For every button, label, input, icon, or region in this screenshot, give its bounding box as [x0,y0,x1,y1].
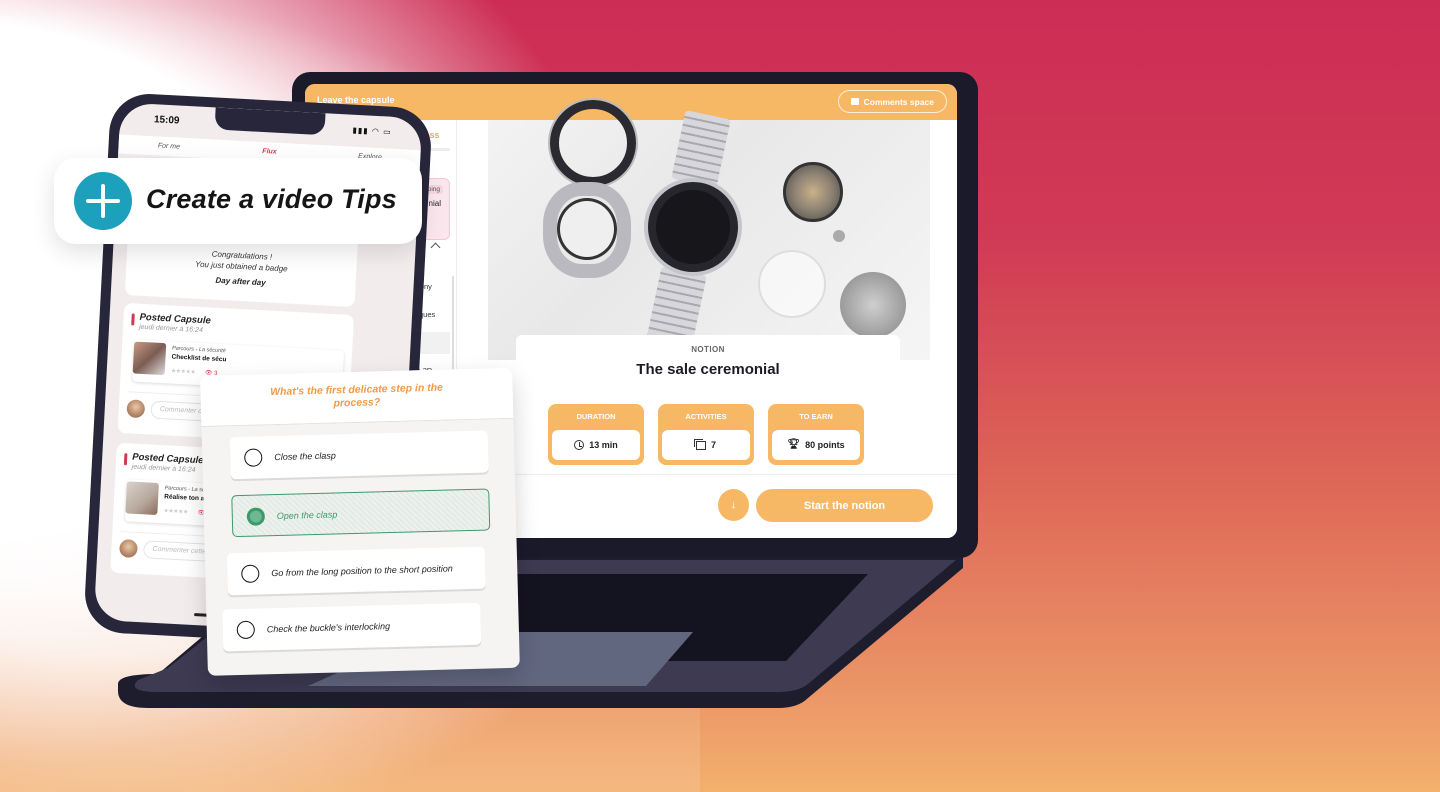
quiz-option-label: Go from the long position to the short p… [271,563,453,579]
quiz-option-label: Open the clasp [276,509,338,522]
post-marker [123,453,128,466]
radio-icon [241,564,260,583]
watch-movement-image [783,162,843,222]
plus-icon [74,172,132,230]
notion-title: The sale ceremonial [636,361,780,378]
create-video-tips-button[interactable]: Create a video Tips [54,158,422,244]
quiz-option-label: Close the clasp [274,450,336,463]
stat-label: DURATION [576,412,616,421]
watch-bezel-image [550,100,636,186]
status-time: 15:09 [153,114,180,127]
star-rating-icon: ★★★★★ [170,368,196,376]
watch-case-inner-image [557,198,617,260]
radio-icon [236,620,256,640]
radio-checked-icon [246,507,266,526]
post-capsule-name: Checklist de sécu [171,353,227,364]
notion-header-card: NOTION The sale ceremonial [516,335,900,393]
stat-value: 13 min [589,440,618,450]
quiz-option[interactable]: Check the buckle's interlocking [222,602,482,652]
trophy-icon: 🏆︎ [787,439,801,450]
watch-dial-image [648,182,738,272]
watch-crown-image [833,230,845,242]
star-rating-icon: ★★★★★ [163,508,189,516]
stat-to-earn: TO EARN 🏆︎ 80 points [768,404,864,465]
stat-value: 7 [710,440,716,450]
tab-for-me[interactable]: For me [118,134,220,158]
stat-duration: DURATION 13 min [548,404,644,465]
quiz-header: What's the first delicate step in the pr… [200,367,514,427]
create-video-tips-label: Create a video Tips [146,184,397,214]
post-thumbnail [125,481,159,515]
watch-caseback-image [840,272,906,338]
radio-icon [244,448,263,467]
stat-activities: ACTIVITIES 7 [658,404,754,465]
notion-label: NOTION [691,345,725,354]
quiz-option-label: Check the buckle's interlocking [266,621,391,635]
stat-value: 80 points [805,440,845,450]
chevron-up-icon[interactable] [430,242,441,253]
post-marker [131,313,135,326]
phone-notch [214,107,326,136]
clock-icon [574,440,585,450]
comments-space-button[interactable]: Comments space [837,90,947,113]
quiz-card: What's the first delicate step in the pr… [200,367,520,676]
stat-label: TO EARN [799,412,833,421]
scroll-down-button[interactable]: ↓ [718,489,749,521]
quiz-option-selected[interactable]: Open the clasp [231,488,491,538]
quiz-question: What's the first delicate step in the pr… [269,381,444,410]
quiz-option[interactable]: Go from the long position to the short p… [226,546,486,596]
watch-strap-image [671,109,731,189]
current-item-label: nial [428,199,441,208]
quiz-option[interactable]: Close the clasp [229,430,489,480]
comment-icon [850,98,859,105]
stat-label: ACTIVITIES [685,412,727,421]
start-notion-button[interactable]: Start the notion [756,489,933,522]
watch-glass-image [758,250,826,318]
avatar [119,539,138,558]
post-thumbnail [132,341,167,376]
notion-cover-image [488,100,930,360]
arrow-down-icon: ↓ [730,499,737,511]
comments-space-label: Comments space [863,96,934,107]
pages-icon [693,438,706,450]
avatar [126,399,146,419]
status-icons: ▮▮▮ ◠ ▭ [352,125,392,137]
